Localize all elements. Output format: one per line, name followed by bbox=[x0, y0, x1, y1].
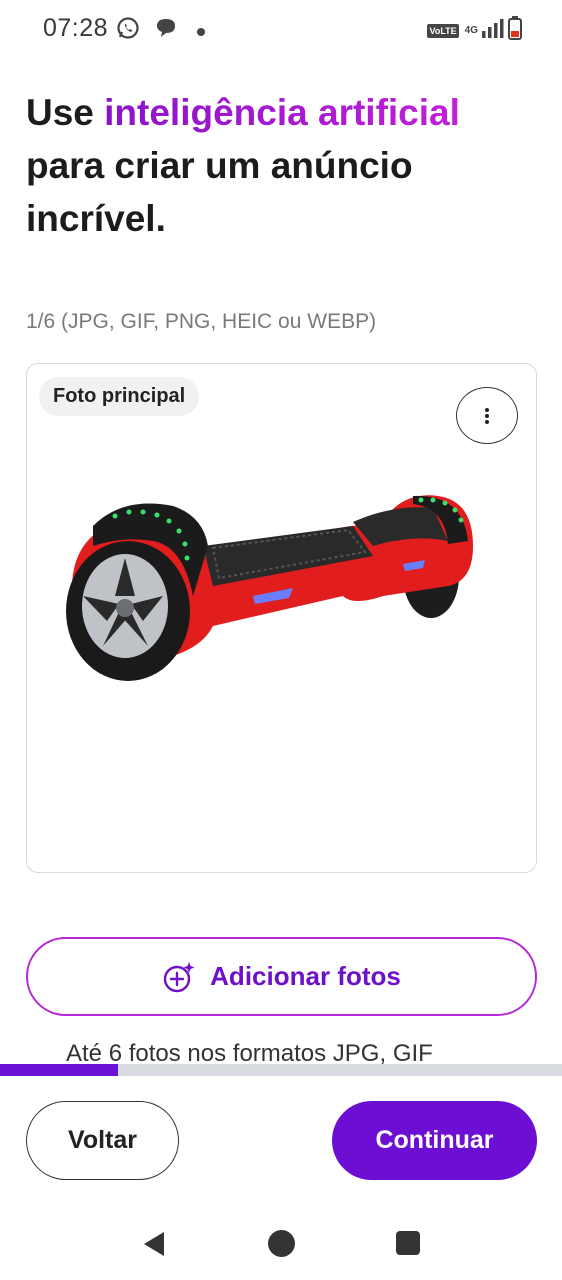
add-photos-label: Adicionar fotos bbox=[210, 961, 401, 991]
more-options-button[interactable] bbox=[456, 387, 518, 444]
sparkle-plus-icon bbox=[163, 961, 195, 992]
heading-suffix: para criar um anúncio incrível. bbox=[26, 145, 413, 239]
dot-icon bbox=[196, 24, 206, 42]
heading-accent: inteligência artificial bbox=[104, 92, 460, 133]
format-hint: Até 6 fotos nos formatos JPG, GIF bbox=[66, 1040, 433, 1064]
battery-low-icon bbox=[508, 16, 522, 45]
whatsapp-icon bbox=[116, 16, 140, 45]
add-photos-button[interactable]: Adicionar fotos bbox=[26, 937, 537, 1016]
photo-counter: 1/6 (JPG, GIF, PNG, HEIC ou WEBP) bbox=[26, 310, 377, 333]
continue-button[interactable]: Continuar bbox=[332, 1101, 537, 1180]
signal-icon bbox=[482, 18, 504, 43]
main-photo-card[interactable]: Foto principal bbox=[26, 363, 537, 873]
network-type: 4G bbox=[464, 25, 478, 36]
status-bar: 07:28 VoLTE 4G bbox=[0, 0, 562, 58]
step-progress-bar bbox=[0, 1064, 562, 1076]
page-heading: Use inteligência artificial para criar u… bbox=[26, 86, 526, 245]
hoverboard-image bbox=[66, 495, 473, 681]
nav-back-icon[interactable] bbox=[142, 1230, 166, 1263]
heading-prefix: Use bbox=[26, 92, 105, 133]
status-time: 07:28 bbox=[43, 14, 109, 42]
nav-home-icon[interactable] bbox=[268, 1230, 295, 1257]
main-photo-badge: Foto principal bbox=[39, 377, 200, 416]
volte-indicator: VoLTE bbox=[427, 23, 459, 38]
step-progress-fill bbox=[0, 1064, 119, 1076]
back-button[interactable]: Voltar bbox=[26, 1101, 179, 1180]
system-nav-bar bbox=[0, 1206, 562, 1280]
nav-recents-icon[interactable] bbox=[396, 1231, 420, 1255]
chat-bubble-icon bbox=[154, 16, 178, 45]
more-vertical-icon bbox=[485, 407, 489, 424]
